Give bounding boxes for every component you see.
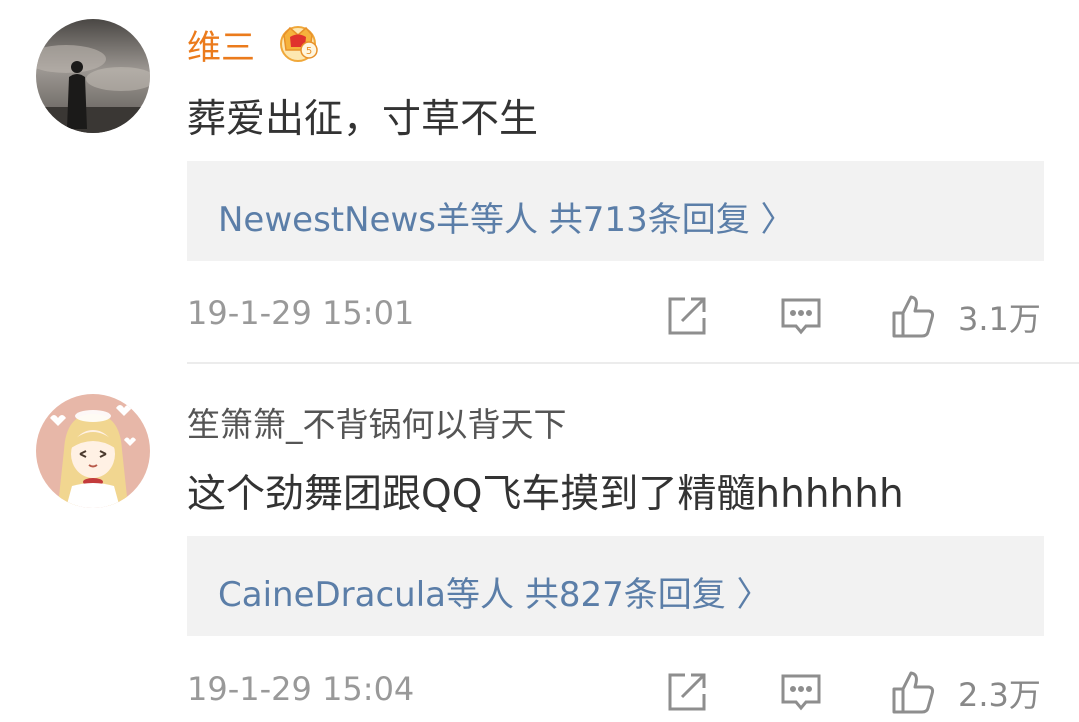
comment-text: 这个劲舞团跟QQ飞车摸到了精髓hhhhhh xyxy=(187,472,904,517)
timestamp: 19-1-29 15:01 xyxy=(187,294,415,332)
like-count: 3.1万 xyxy=(958,300,1041,338)
timestamp: 19-1-29 15:04 xyxy=(187,670,415,708)
thumbs-up-icon[interactable] xyxy=(889,668,937,716)
comment-text: 葬爱出征，寸草不生 xyxy=(187,97,539,142)
comment-icon[interactable] xyxy=(777,292,825,340)
like-count: 2.3万 xyxy=(958,676,1041,714)
avatar[interactable] xyxy=(36,19,150,133)
comment-icon[interactable] xyxy=(777,668,825,716)
comment-item: 笙箫箫_不背锅何以背天下 这个劲舞团跟QQ飞车摸到了精髓hhhhhh Caine… xyxy=(0,365,1079,714)
share-icon[interactable] xyxy=(663,668,711,716)
comment-meta: 19-1-29 15:01 3.1万 xyxy=(0,286,1079,346)
avatar[interactable] xyxy=(36,394,150,508)
username[interactable]: 笙箫箫_不背锅何以背天下 xyxy=(187,398,567,446)
comment-item: 维三 5 葬爱出征，寸草不生 NewestNews羊等人 共713条回复 〉 1… xyxy=(0,0,1079,365)
divider xyxy=(187,362,1079,364)
replies-link[interactable]: CaineDracula等人 共827条回复 〉 xyxy=(218,567,771,616)
username[interactable]: 维三 xyxy=(187,20,255,69)
replies-link[interactable]: NewestNews羊等人 共713条回复 〉 xyxy=(218,192,795,241)
svg-text:5: 5 xyxy=(306,46,312,57)
share-icon[interactable] xyxy=(663,292,711,340)
comment-meta: 19-1-29 15:04 2.3万 xyxy=(0,662,1079,722)
thumbs-up-icon[interactable] xyxy=(889,292,937,340)
replies-box[interactable]: CaineDracula等人 共827条回复 〉 xyxy=(187,536,1044,636)
replies-box[interactable]: NewestNews羊等人 共713条回复 〉 xyxy=(187,161,1044,261)
crown-vip-icon: 5 xyxy=(276,20,320,64)
